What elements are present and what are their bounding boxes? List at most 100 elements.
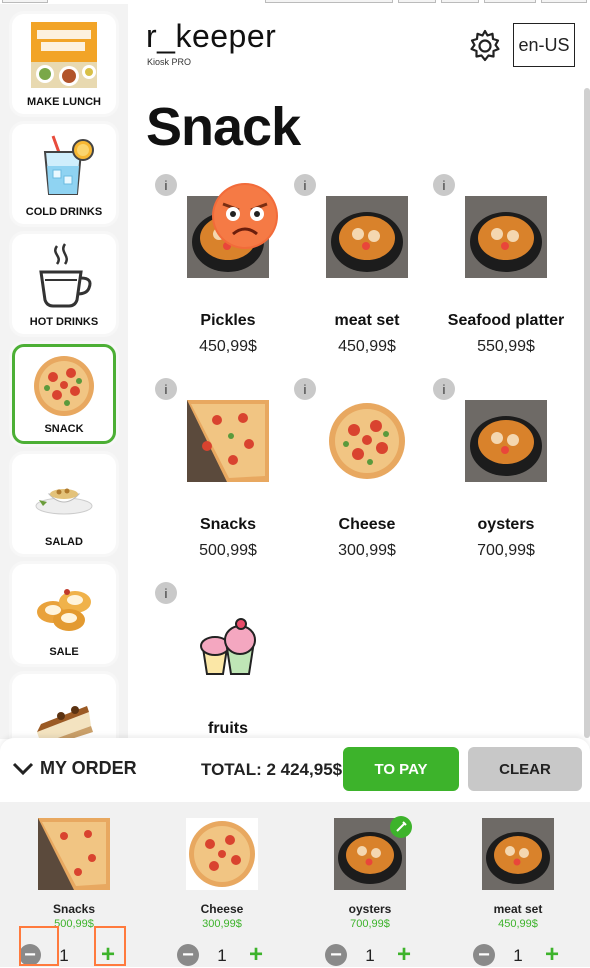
quantity-stepper: − 1 + bbox=[325, 942, 411, 967]
plus-button[interactable]: + bbox=[541, 943, 563, 967]
to-pay-button[interactable]: TO PAY bbox=[343, 747, 459, 791]
info-icon[interactable]: i bbox=[155, 582, 177, 604]
product-image bbox=[187, 400, 269, 482]
sidebar-item-snack[interactable]: SNACK bbox=[12, 344, 116, 444]
tab-stub bbox=[441, 0, 479, 3]
cold-drink-icon bbox=[43, 135, 94, 195]
product-card[interactable]: i Snacks 500,99$ bbox=[155, 378, 285, 568]
brand-logo: r_keeper bbox=[146, 18, 277, 54]
info-icon[interactable]: i bbox=[155, 174, 177, 196]
product-name: Snacks bbox=[199, 516, 257, 533]
plus-button[interactable]: + bbox=[245, 943, 267, 967]
sidebar-item-label: SNACK bbox=[44, 423, 84, 435]
highlight-box bbox=[94, 926, 126, 966]
product-name: oysters bbox=[477, 516, 535, 533]
product-card[interactable]: i Cheese 300,99$ bbox=[294, 378, 424, 568]
order-item-image bbox=[482, 818, 554, 890]
product-image bbox=[329, 403, 405, 479]
scrollbar[interactable] bbox=[584, 88, 590, 738]
order-total: TOTAL: 2 424,95$ bbox=[201, 760, 343, 779]
order-item[interactable]: Cheese 300,99$ − 1 + bbox=[167, 816, 277, 967]
order-items-list: Snacks 500,99$ − 1 + Cheese 300,99$ − 1 … bbox=[0, 802, 590, 967]
info-icon[interactable]: i bbox=[294, 378, 316, 400]
sidebar-item-salad[interactable]: SALAD bbox=[12, 454, 116, 554]
product-price: 300,99$ bbox=[338, 542, 396, 559]
product-name: fruits bbox=[208, 720, 248, 737]
gear-icon[interactable] bbox=[468, 29, 502, 63]
product-name: Seafood platter bbox=[447, 312, 565, 329]
pizza-icon bbox=[34, 356, 94, 416]
info-icon[interactable]: i bbox=[155, 378, 177, 400]
quantity-stepper: − 1 + bbox=[177, 942, 263, 967]
product-name: Pickles bbox=[200, 312, 256, 329]
edit-badge-icon[interactable] bbox=[390, 816, 412, 838]
category-sidebar: MAKE LUNCH COLD DRINKS HOT DRINKS SNACK … bbox=[0, 4, 128, 739]
sidebar-item-make-lunch[interactable]: MAKE LUNCH bbox=[12, 14, 116, 114]
product-price: 550,99$ bbox=[477, 338, 535, 355]
my-order-label: MY ORDER bbox=[40, 758, 137, 778]
product-card[interactable]: i oysters 700,99$ bbox=[433, 378, 563, 568]
info-icon[interactable]: i bbox=[433, 378, 455, 400]
order-item-price: 450,99$ bbox=[498, 918, 538, 930]
order-bar: MY ORDER TOTAL: 2 424,95$ TO PAY CLEAR bbox=[0, 738, 590, 802]
page-title: Snack bbox=[146, 97, 301, 157]
sidebar-item-label: SALE bbox=[49, 646, 79, 658]
order-item-price: 700,99$ bbox=[350, 918, 390, 930]
minus-button[interactable]: − bbox=[177, 944, 199, 966]
sidebar-item-dessert[interactable] bbox=[12, 674, 116, 739]
order-item[interactable]: oysters 700,99$ − 1 + bbox=[315, 816, 425, 967]
tab-stub bbox=[398, 0, 436, 3]
product-image bbox=[465, 400, 547, 482]
order-item-price: 300,99$ bbox=[202, 918, 242, 930]
quantity-stepper: − 1 + bbox=[473, 942, 559, 967]
product-image bbox=[200, 618, 256, 675]
product-price: 450,99$ bbox=[199, 338, 257, 355]
hot-drink-icon bbox=[39, 243, 92, 308]
tab-stub bbox=[484, 0, 536, 3]
sidebar-item-hot-drinks[interactable]: HOT DRINKS bbox=[12, 234, 116, 334]
quantity-value: 1 bbox=[513, 946, 523, 965]
sidebar-item-label: MAKE LUNCH bbox=[27, 96, 101, 108]
minus-button[interactable]: − bbox=[325, 944, 347, 966]
lunch-menu-icon bbox=[31, 22, 97, 88]
minus-button[interactable]: − bbox=[473, 944, 495, 966]
order-item-image bbox=[38, 818, 110, 890]
info-icon[interactable]: i bbox=[433, 174, 455, 196]
product-card[interactable]: i Pickles 450,99$ bbox=[155, 174, 285, 364]
salad-icon bbox=[35, 488, 93, 515]
order-item-name: oysters bbox=[348, 902, 392, 916]
sidebar-item-label: SALAD bbox=[45, 536, 83, 548]
quantity-value: 1 bbox=[365, 946, 375, 965]
product-name: Cheese bbox=[338, 516, 396, 533]
order-item[interactable]: Snacks 500,99$ − 1 + bbox=[19, 816, 129, 967]
my-order-toggle[interactable]: MY ORDER bbox=[12, 758, 137, 779]
highlight-box bbox=[19, 926, 59, 966]
product-card[interactable]: i meat set 450,99$ bbox=[294, 174, 424, 364]
quantity-value: 1 bbox=[217, 946, 227, 965]
order-item-image bbox=[186, 818, 258, 890]
product-price: 500,99$ bbox=[199, 542, 257, 559]
pastry-icon bbox=[37, 589, 91, 631]
angry-face-emoji bbox=[212, 183, 278, 249]
chevron-down-icon bbox=[12, 762, 34, 775]
product-image bbox=[465, 196, 547, 278]
info-icon[interactable]: i bbox=[294, 174, 316, 196]
tab-stub bbox=[541, 0, 587, 3]
sidebar-item-label: COLD DRINKS bbox=[25, 206, 103, 218]
order-item[interactable]: meat set 450,99$ − 1 + bbox=[463, 816, 573, 967]
product-card[interactable]: i Seafood platter 550,99$ bbox=[433, 174, 564, 364]
sidebar-item-sale[interactable]: SALE bbox=[12, 564, 116, 664]
cake-slice-icon bbox=[37, 706, 93, 739]
order-item-name: Cheese bbox=[200, 902, 244, 916]
plus-button[interactable]: + bbox=[393, 943, 415, 967]
tab-stub bbox=[2, 0, 48, 3]
sidebar-item-label: HOT DRINKS bbox=[29, 316, 99, 328]
order-item-name: Snacks bbox=[52, 902, 96, 916]
brand-subtitle: Kiosk PRO bbox=[147, 57, 192, 67]
tab-stub bbox=[265, 0, 393, 3]
order-item-name: meat set bbox=[493, 902, 543, 916]
language-selector[interactable]: en-US bbox=[513, 23, 575, 67]
sidebar-item-cold-drinks[interactable]: COLD DRINKS bbox=[12, 124, 116, 224]
clear-button[interactable]: CLEAR bbox=[468, 747, 582, 791]
product-price: 700,99$ bbox=[477, 542, 535, 559]
